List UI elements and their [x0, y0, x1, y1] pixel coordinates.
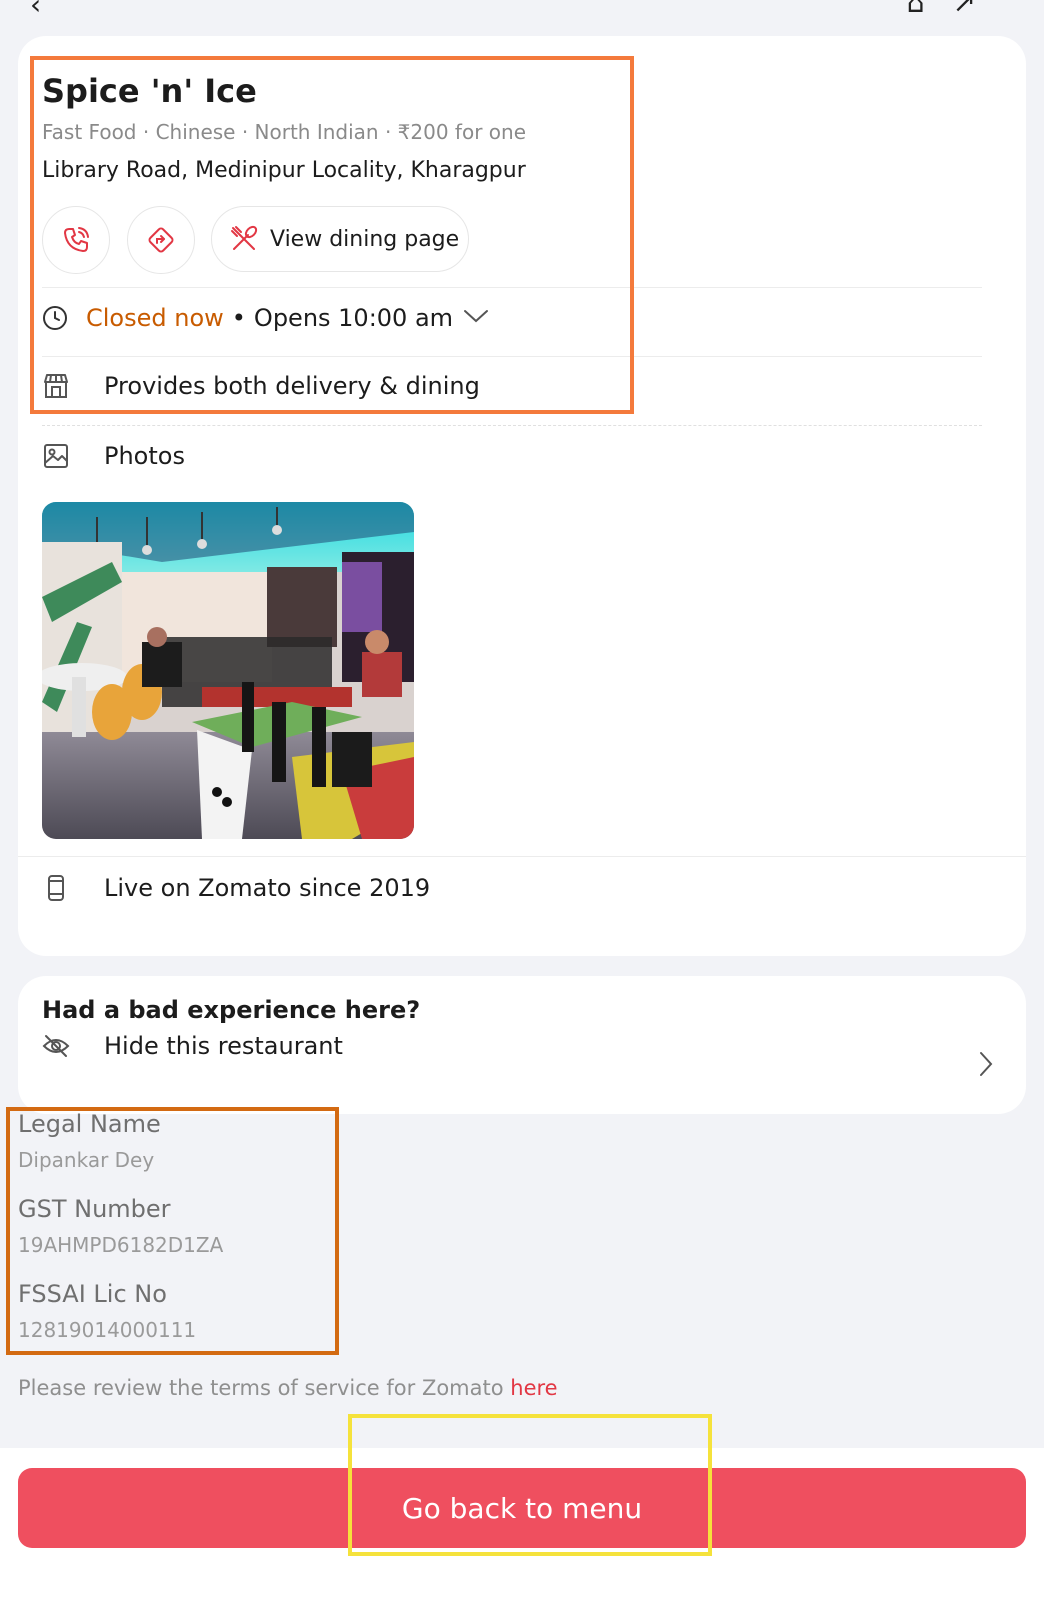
service-label: Provides both delivery & dining	[104, 372, 480, 400]
view-dining-page-button[interactable]: View dining page	[211, 206, 469, 272]
fssai-block: FSSAI Lic No 12819014000111	[18, 1280, 196, 1342]
eye-off-icon	[42, 1032, 104, 1060]
divider	[42, 356, 982, 357]
hours-row[interactable]: Closed now • Opens 10:00 am	[42, 304, 489, 332]
top-actions: ⌂↗	[907, 0, 1004, 19]
photos-label: Photos	[104, 442, 185, 470]
legal-name-block: Legal Name Dipankar Dey	[18, 1110, 161, 1172]
fssai-label: FSSAI Lic No	[18, 1280, 167, 1308]
hide-restaurant-label: Hide this restaurant	[104, 1032, 343, 1060]
closed-status: Closed now	[86, 304, 224, 332]
restaurant-name: Spice 'n' Ice	[42, 72, 257, 110]
terms-link[interactable]: here	[510, 1376, 557, 1400]
fssai-value: 12819014000111	[18, 1318, 197, 1342]
restaurant-info-card: Spice 'n' Ice Fast Food · Chinese · Nort…	[18, 36, 1026, 956]
service-row: Provides both delivery & dining	[42, 372, 480, 400]
directions-icon	[148, 227, 174, 253]
phone-icon	[64, 227, 89, 252]
legal-name-value: Dipankar Dey	[18, 1148, 155, 1172]
live-since-label: Live on Zomato since 2019	[104, 874, 431, 902]
chevron-right-icon[interactable]	[978, 1050, 994, 1082]
separator-dot: •	[231, 304, 246, 332]
clock-icon	[42, 305, 86, 331]
photo-icon	[42, 442, 104, 470]
live-row: Live on Zomato since 2019	[42, 874, 430, 902]
restaurant-address: Library Road, Medinipur Locality, Kharag…	[42, 158, 526, 183]
hide-restaurant-row[interactable]: Hide this restaurant	[42, 1032, 982, 1060]
opening-time: Opens 10:00 am	[253, 304, 454, 332]
photos-row: Photos	[42, 442, 185, 470]
bookmark-icon[interactable]: ⌂	[907, 0, 953, 19]
share-icon[interactable]: ↗	[953, 0, 1004, 19]
mobile-icon	[42, 874, 104, 902]
fork-spoon-icon	[231, 225, 258, 250]
store-icon	[42, 372, 104, 400]
gst-block: GST Number 19AHMPD6182D1ZA	[18, 1195, 223, 1257]
divider	[42, 287, 982, 288]
call-button[interactable]	[42, 206, 110, 274]
terms-text: Please review the terms of service for Z…	[18, 1376, 558, 1400]
go-back-to-menu-button[interactable]: Go back to menu	[18, 1468, 1026, 1548]
directions-button[interactable]	[127, 206, 195, 274]
restaurant-photo[interactable]	[42, 502, 414, 839]
gst-label: GST Number	[18, 1195, 171, 1223]
chevron-down-icon[interactable]	[463, 308, 489, 328]
bad-experience-card: Had a bad experience here? Hide this res…	[18, 976, 1026, 1114]
bad-experience-title: Had a bad experience here?	[42, 996, 421, 1024]
divider	[18, 856, 1026, 857]
back-icon[interactable]: ‹	[30, 0, 41, 21]
top-bar: ‹ ⌂↗	[0, 0, 1044, 30]
view-dining-page-label: View dining page	[270, 226, 460, 252]
gst-value: 19AHMPD6182D1ZA	[18, 1233, 224, 1257]
restaurant-cuisine: Fast Food · Chinese · North Indian · ₹20…	[42, 120, 527, 144]
divider	[42, 425, 982, 427]
terms-sentence: Please review the terms of service for Z…	[18, 1376, 511, 1400]
legal-name-label: Legal Name	[18, 1110, 161, 1138]
